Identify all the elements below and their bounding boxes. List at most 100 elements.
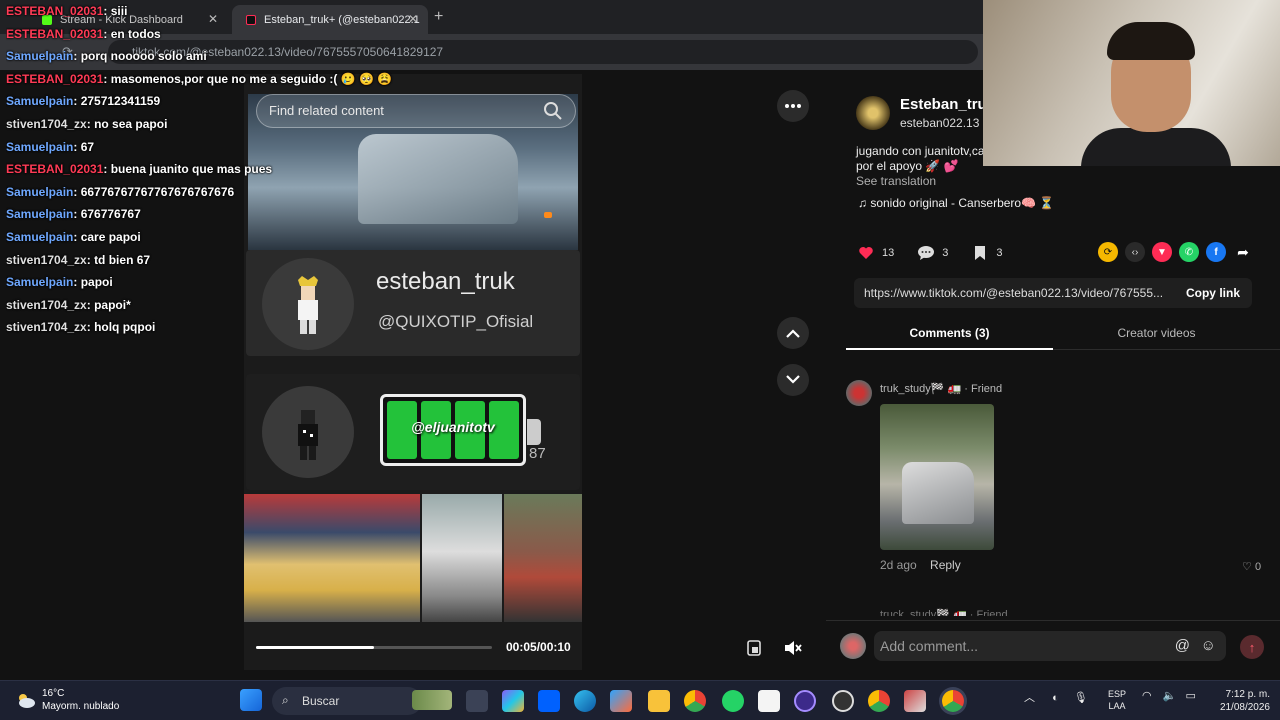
chat-username[interactable]: Samuelpain [6,207,73,221]
tab-comments[interactable]: Comments (3) [846,326,1053,350]
chat-username[interactable]: stiven1704_zx [6,298,87,312]
chat-message: Samuelpain: papoi [6,275,426,298]
pip-button[interactable] [738,632,770,664]
emoji-icon[interactable]: ☺ [1201,637,1216,654]
mention-icon[interactable]: @ [1175,637,1190,654]
copy-link-button[interactable]: Copy link [1186,286,1240,300]
truck-photo-red [504,494,582,622]
like-count: 13 [882,247,895,259]
app-ring-icon[interactable] [794,690,816,712]
taskbar-search[interactable]: ⌕ Buscar [272,687,422,715]
chrome-app-icon[interactable] [684,690,706,712]
see-translation-link[interactable]: See translation [856,174,936,188]
chat-username[interactable]: stiven1704_zx [6,117,87,131]
video-link[interactable]: https://www.tiktok.com/@esteban022.13/vi… [864,286,1169,300]
game-app-icon[interactable] [904,690,926,712]
repost-icon[interactable]: ⟳ [1098,242,1118,262]
chat-username[interactable]: Samuelpain [6,94,73,108]
reply-button[interactable]: Reply [930,558,961,572]
comment-username[interactable]: truk_study🏁 🚛 · Friend [880,382,1002,395]
lang-secondary: LAA [1108,701,1126,711]
taskbar-clock[interactable]: 7:12 p. m. 21/08/2026 [1208,688,1270,714]
chat-text: : papoi [73,275,113,290]
chat-message: stiven1704_zx: td bien 67 [6,253,426,276]
chat-username[interactable]: Samuelpain [6,275,73,289]
chat-username[interactable]: Samuelpain [6,140,73,154]
capcut-icon[interactable] [758,690,780,712]
status-icons[interactable]: ◠ 🔈 ▭ [1142,689,1196,702]
comment-icon[interactable] [916,243,936,263]
whatsapp-icon[interactable]: ✆ [1179,242,1199,262]
facebook-icon[interactable]: f [1206,242,1226,262]
edge-icon[interactable] [574,690,596,712]
chat-username[interactable]: ESTEBAN_02031 [6,72,103,86]
chevron-down-icon [786,375,800,384]
comment-like-count: 0 [1254,561,1262,573]
chat-username[interactable]: Samuelpain [6,230,73,244]
chat-username[interactable]: stiven1704_zx [6,253,87,267]
tab-creator-videos[interactable]: Creator videos [1053,326,1260,350]
obs-icon[interactable] [832,690,854,712]
chat-username[interactable]: stiven1704_zx [6,320,87,334]
like-icon[interactable] [856,243,876,263]
chat-username[interactable]: Samuelpain [6,185,73,199]
bookmark-icon[interactable] [970,243,990,263]
windows-start-icon[interactable] [240,689,262,711]
embed-icon[interactable]: ‹› [1125,242,1145,262]
dropbox-icon[interactable] [538,690,560,712]
chat-message: ESTEBAN_02031: en todos [6,27,426,50]
system-tray[interactable]: ︿ ◐ 🎙 [1024,689,1088,705]
profile-name[interactable]: Esteban_truk [900,96,995,113]
taskbar-search-label: Buscar [302,694,340,708]
more-options-button[interactable] [777,90,809,122]
copilot-icon[interactable] [502,690,524,712]
battery-graphic: @eljuanitotv [380,394,541,466]
next-video-button[interactable] [777,364,809,396]
my-avatar [840,633,866,659]
chrome-active-icon[interactable] [942,690,964,712]
previous-video-button[interactable] [777,317,809,349]
microphone-icon[interactable]: 🎙 [1074,692,1088,704]
search-icon[interactable] [543,101,563,121]
chat-message: Samuelpain: porq nooooo solo ami [6,49,426,72]
profile-handle[interactable]: esteban022.13 [900,116,979,130]
comment-input-box[interactable]: @ ☺ [874,631,1226,661]
chrome-icon[interactable] [868,690,890,712]
comment-input[interactable] [880,638,1160,654]
language-indicator[interactable]: ESP LAA [1108,688,1126,712]
folder-icon[interactable] [648,690,670,712]
store-icon[interactable] [610,690,632,712]
tray-chevron-up-icon[interactable]: ︿ [1024,692,1035,704]
music-link[interactable]: ♫ sonido original - Canserbero🧠 ⏳ [858,196,1054,210]
chat-username[interactable]: Samuelpain [6,49,73,63]
screen: Stream - Kick Dashboard ✕ Esteban_truk+ … [0,0,1280,720]
search-icon: ⌕ [282,693,289,707]
profile-avatar[interactable] [856,96,890,130]
chat-text: : masomenos,por que no me a seguido :( 🥲… [103,71,393,86]
comment-tabs: Comments (3) Creator videos [846,320,1280,350]
chat-message: stiven1704_zx: papoi* [6,298,426,321]
weather-temp: 16°C [42,688,65,699]
chat-username[interactable]: ESTEBAN_02031 [6,162,103,176]
chat-username[interactable]: ESTEBAN_02031 [6,27,103,41]
copy-link-bar: https://www.tiktok.com/@esteban022.13/vi… [854,278,1252,308]
task-view-icon[interactable] [466,690,488,712]
send-icon[interactable]: ▼ [1152,242,1172,262]
clock-date: 21/08/2026 [1219,702,1270,713]
comment-avatar[interactable] [846,380,872,406]
post-comment-button[interactable]: ↑ [1240,635,1264,659]
tray-app-icon[interactable]: ◐ [1052,692,1059,704]
video-description: jugando con juanitotv,ca por el apoyo 🚀 … [856,144,985,173]
chat-text: : care papoi [73,229,141,244]
whatsapp-app-icon[interactable] [722,690,744,712]
comment-like[interactable]: ♡ 0 [1242,560,1261,573]
mute-button[interactable] [777,632,809,664]
new-tab-button[interactable]: + [434,8,443,26]
more-icon [785,104,801,108]
widget-thumbnail-icon[interactable] [412,690,452,710]
comment-image[interactable] [880,404,994,550]
chat-username[interactable]: ESTEBAN_02031 [6,4,103,18]
save-count: 3 [996,247,1003,259]
video-progress-bar[interactable] [256,646,492,649]
share-arrow-icon[interactable]: ➦ [1233,242,1253,262]
